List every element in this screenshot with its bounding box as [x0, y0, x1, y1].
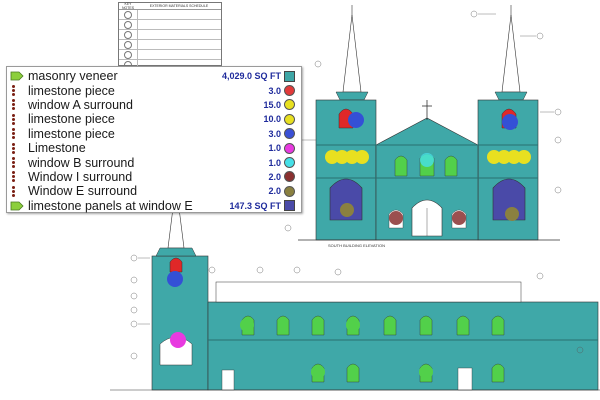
legend-swatch	[284, 85, 295, 97]
legend-swatch	[284, 157, 295, 169]
legend-swatch	[284, 142, 295, 154]
legend-label: limestone piece	[28, 112, 115, 127]
legend-label: Window E surround	[28, 184, 138, 199]
legend-quantity: 4,029.0 SQ FT	[221, 71, 281, 82]
schedule-header: KEY NOTES EXTERIOR MATERIALS SCHEDULE	[119, 2, 221, 10]
key-note-marker	[124, 10, 132, 19]
legend-quantity: 15.0	[263, 99, 281, 110]
count-dots-icon	[12, 128, 16, 140]
legend-swatch	[284, 99, 295, 111]
key-note-marker	[124, 50, 132, 59]
materials-schedule-table: KEY NOTES EXTERIOR MATERIALS SCHEDULE	[118, 2, 222, 69]
count-dots-icon	[12, 171, 16, 183]
legend-label: window A surround	[28, 97, 133, 112]
elevation-title: SOUTH BUILDING ELEVATION	[328, 243, 385, 248]
legend-quantity: 10.0	[263, 114, 281, 125]
legend-quantity: 2.0	[268, 171, 281, 182]
legend-swatch	[284, 185, 295, 197]
legend-quantity: 2.0	[268, 186, 281, 197]
count-dots-icon	[12, 99, 16, 111]
legend-row-masonry-veneer[interactable]: masonry veneer 4,029.0 SQ FT	[10, 69, 295, 83]
legend-quantity: 1.0	[268, 143, 281, 154]
count-dots-icon	[12, 85, 16, 97]
legend-label: Window I surround	[28, 169, 133, 184]
legend-row-window-a-surround[interactable]: window A surround 15.0	[10, 98, 295, 112]
count-dots-icon	[12, 142, 16, 154]
legend-quantity: 3.0	[268, 128, 281, 139]
legend-swatch	[284, 128, 295, 140]
legend-row-window-i-surround[interactable]: Window I surround 2.0	[10, 170, 295, 184]
legend-row-limestone-piece[interactable]: limestone piece 10.0	[10, 112, 295, 126]
count-dots-icon	[12, 157, 16, 169]
legend-quantity: 1.0	[268, 157, 281, 168]
schedule-row	[119, 10, 221, 20]
legend-row-window-e-surround[interactable]: Window E surround 2.0	[10, 184, 295, 198]
polygon-area-icon	[10, 201, 24, 211]
key-note-marker	[124, 20, 132, 29]
legend-quantity: 3.0	[268, 85, 281, 96]
key-note-marker	[124, 40, 132, 49]
legend-row-limestone-piece[interactable]: limestone piece 3.0	[10, 127, 295, 141]
schedule-row	[119, 40, 221, 50]
legend-swatch	[284, 171, 295, 183]
legend-quantity: 147.3 SQ FT	[229, 200, 281, 211]
takeoff-legend-panel[interactable]: masonry veneer 4,029.0 SQ FT limestone p…	[6, 66, 302, 213]
count-dots-icon	[12, 185, 16, 197]
key-notes-header: KEY NOTES	[121, 2, 135, 10]
legend-row-window-b-surround[interactable]: window B surround 1.0	[10, 155, 295, 170]
key-note-marker	[124, 30, 132, 39]
legend-row-limestone-panels-window-e[interactable]: limestone panels at window E 147.3 SQ FT	[10, 199, 295, 213]
legend-label: limestone piece	[28, 83, 115, 98]
legend-label: masonry veneer	[28, 69, 118, 84]
materials-header: EXTERIOR MATERIALS SCHEDULE	[149, 4, 209, 8]
count-dots-icon	[12, 113, 16, 125]
legend-label: limestone piece	[28, 126, 115, 141]
schedule-row	[119, 20, 221, 30]
legend-swatch	[284, 113, 295, 125]
legend-row-limestone-piece[interactable]: limestone piece 3.0	[10, 83, 295, 98]
legend-label: limestone panels at window E	[28, 198, 193, 213]
legend-row-limestone[interactable]: Limestone 1.0	[10, 141, 295, 155]
legend-label: Limestone	[28, 141, 86, 156]
schedule-row	[119, 30, 221, 40]
legend-swatch	[284, 200, 295, 212]
polygon-area-icon	[10, 71, 24, 81]
legend-label: window B surround	[28, 155, 135, 170]
legend-swatch	[284, 70, 295, 82]
schedule-row	[119, 50, 221, 60]
